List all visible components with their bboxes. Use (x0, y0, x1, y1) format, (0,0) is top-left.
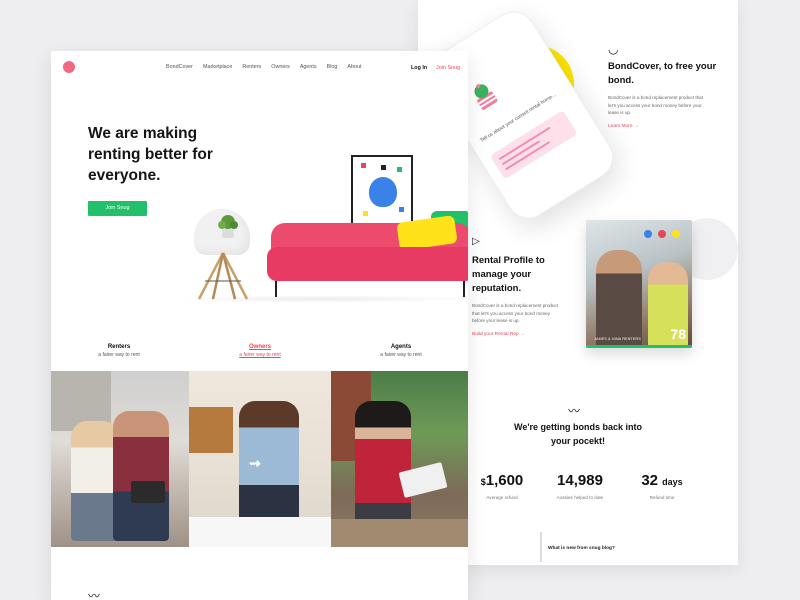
wooden-cabinet (189, 407, 233, 453)
phone-input-card (489, 110, 578, 180)
nav-about[interactable]: About (347, 64, 361, 70)
bondcover-description: BondCover is a bond replacement product … (608, 95, 703, 115)
confetti-shape (381, 165, 386, 170)
cactus-icon (474, 84, 498, 110)
floor-shadow (171, 295, 468, 303)
login-link[interactable]: Log In (411, 65, 427, 71)
confetti-shape (361, 163, 366, 168)
badge-dot-icon (644, 230, 652, 238)
badge-dot-icon (672, 230, 680, 238)
garden-box (331, 519, 468, 547)
main-nav: BondCover Marketplace Renters Owners Age… (166, 64, 362, 70)
role-renters[interactable]: Renters a fairer way to rent (74, 344, 164, 358)
art-frame (351, 155, 413, 229)
wave-icon: 〰 (568, 404, 581, 418)
card-name: JAMES & NINA RENTERS (594, 337, 641, 341)
nav-marketplace[interactable]: Marketplace (203, 64, 232, 70)
stat-aussies-helped: 14,989 Aussies helped to date (556, 472, 604, 500)
person-figure (113, 411, 169, 541)
play-icon: ▷ (472, 236, 480, 247)
nav-blog[interactable]: Blog (327, 64, 338, 70)
plant-icon (218, 215, 238, 238)
snug-logo-icon[interactable] (63, 61, 75, 73)
person-figure (596, 250, 642, 348)
join-snug-button[interactable]: Join Snug (88, 201, 147, 216)
rental-profile-title: Rental Profile to manage your reputation… (472, 255, 545, 294)
rental-profile-card: JAMES & NINA RENTERS 78 (586, 220, 692, 348)
role-agents[interactable]: Agents a fairer way to rent (356, 344, 446, 358)
join-snug-link[interactable]: Join Snug (436, 65, 460, 71)
hero-title: We are making renting better for everyon… (88, 125, 213, 184)
blog-title: What is new from snug blog? (548, 546, 615, 551)
wave-icon: 〰 (88, 589, 101, 600)
confetti-shape (363, 211, 368, 216)
laptop (131, 481, 165, 503)
renters-photo (51, 371, 189, 547)
rental-profile-description: BondCover is a bond replacement product … (472, 303, 559, 323)
confetti-shape (397, 167, 402, 172)
bondcover-title: BondCover, to free your bond. (608, 61, 717, 86)
arrow-icon: ⇝ (249, 455, 261, 471)
curve-icon: ◡ (608, 42, 619, 56)
score-strip (586, 345, 692, 348)
rental-score: 78 (670, 326, 686, 342)
agents-photo (331, 371, 468, 547)
stat-refund-time: 32 days Refund time (641, 472, 683, 500)
person-figure (239, 401, 299, 521)
divider (540, 532, 542, 562)
sofa-seat (267, 247, 468, 281)
landing-page: BondCover Marketplace Renters Owners Age… (51, 51, 468, 600)
nav-bondcover[interactable]: BondCover (166, 64, 193, 70)
blue-shape (369, 177, 397, 207)
build-rental-rep-link[interactable]: Build your Rental Rep → (472, 332, 525, 337)
bondcover-learn-more-link[interactable]: Learn More → (608, 124, 639, 129)
nav-agents[interactable]: Agents (300, 64, 317, 70)
role-owners[interactable]: Owners a fairer way to rent (215, 344, 305, 358)
nav-renters[interactable]: Renters (242, 64, 261, 70)
stat-average-refund: $1,600 Average refund (480, 472, 524, 500)
chair-legs (197, 252, 249, 300)
nav-owners[interactable]: Owners (271, 64, 290, 70)
badge-dot-icon (658, 230, 666, 238)
owners-photo: ⇝ (189, 371, 331, 547)
confetti-shape (399, 207, 404, 212)
person-figure (71, 421, 119, 541)
table (189, 517, 331, 547)
bonds-title: We're getting bonds back into your pocek… (514, 422, 642, 446)
